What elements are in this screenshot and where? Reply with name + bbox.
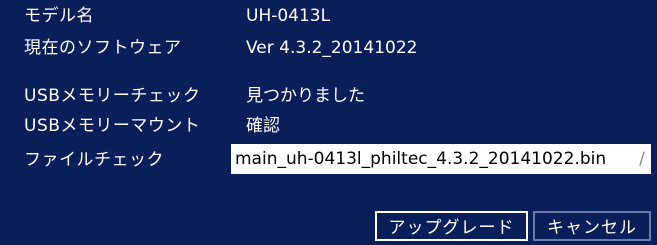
text-overflow-icon: ∕ (633, 144, 651, 174)
usb-check-value: 見つかりました (246, 86, 365, 106)
upgrade-dialog: モデル名 UH-0413L 現在のソフトウェア Ver 4.3.2_201410… (0, 0, 657, 245)
usb-check-label: USBメモリーチェック (24, 86, 201, 106)
model-value: UH-0413L (246, 6, 331, 26)
usb-check-row: USBメモリーチェック 見つかりました (0, 82, 657, 110)
file-check-label: ファイルチェック (24, 150, 164, 170)
file-name-field[interactable]: main_uh-0413l_philtec_4.3.2_20141022.bin… (231, 144, 651, 174)
file-name-value: main_uh-0413l_philtec_4.3.2_20141022.bin (235, 149, 607, 169)
software-label: 現在のソフトウェア (24, 38, 182, 58)
software-row: 現在のソフトウェア Ver 4.3.2_20141022 (0, 34, 657, 62)
file-check-row: ファイルチェック main_uh-0413l_philtec_4.3.2_201… (0, 144, 657, 174)
model-row: モデル名 UH-0413L (0, 2, 657, 30)
usb-mount-label: USBメモリーマウント (24, 116, 201, 136)
upgrade-button[interactable]: アップグレード (375, 211, 528, 241)
cancel-button[interactable]: キャンセル (533, 211, 651, 241)
software-version-value: Ver 4.3.2_20141022 (246, 38, 418, 58)
model-label: モデル名 (24, 6, 94, 26)
usb-mount-row: USBメモリーマウント 確認 (0, 112, 657, 140)
usb-mount-value: 確認 (246, 116, 280, 136)
